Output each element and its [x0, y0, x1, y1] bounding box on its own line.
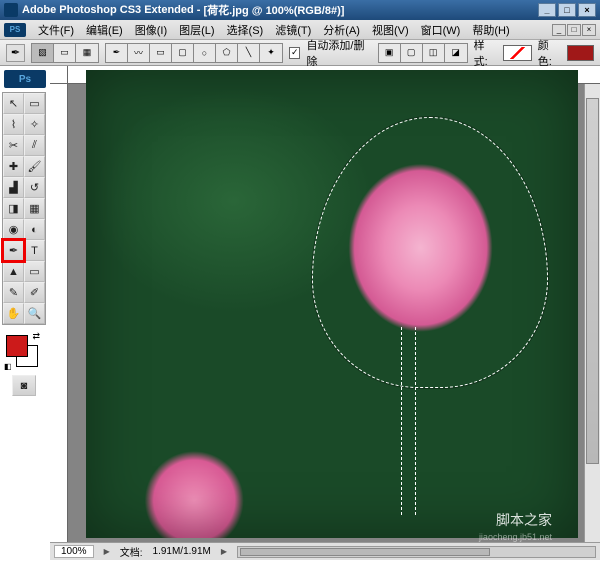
slice-tool[interactable]: ⫽ [24, 135, 45, 156]
gradient-tool[interactable]: ▦ [24, 198, 45, 219]
auto-add-delete-label: 自动添加/删除 [306, 37, 371, 69]
minimize-button[interactable]: _ [538, 3, 556, 17]
toolbox-badge-icon: Ps [4, 70, 46, 88]
dodge-tool[interactable]: ◐ [24, 219, 45, 240]
ruler-vertical[interactable] [50, 84, 68, 542]
polygon-preset[interactable]: ⬠ [216, 44, 238, 62]
path-add[interactable]: ▣ [379, 44, 401, 62]
ellipse-preset[interactable]: ○ [194, 44, 216, 62]
scrollbar-thumb[interactable] [586, 98, 599, 464]
current-tool-icon[interactable]: ✒ [6, 44, 25, 62]
default-colors-icon[interactable]: ◧ [4, 362, 12, 371]
paths-mode[interactable]: ▭ [54, 44, 76, 62]
scrollbar-thumb[interactable] [240, 548, 490, 556]
horizontal-scrollbar[interactable] [237, 546, 596, 558]
quick-mask-toggle[interactable]: ◙ [12, 375, 36, 396]
eyedropper-tool[interactable]: ✐ [24, 282, 45, 303]
doc-close-button[interactable]: × [582, 24, 596, 36]
watermark-sub: jiaocheng.jb51.net [479, 532, 552, 542]
marquee-tool[interactable]: ▭ [24, 93, 45, 114]
custom-shape-preset[interactable]: ✦ [260, 44, 282, 62]
brush-tool[interactable]: 🖌 [24, 156, 45, 177]
pen-mode-group: ▧ ▭ ▦ [31, 43, 99, 63]
menu-filter[interactable]: 滤镜(T) [269, 22, 317, 38]
ruler-corner [50, 66, 68, 84]
zoom-tool[interactable]: 🔍 [24, 303, 45, 324]
selection-marquee [312, 117, 548, 388]
menu-file[interactable]: 文件(F) [32, 22, 80, 38]
menu-view[interactable]: 视图(V) [366, 22, 415, 38]
magic-wand-tool[interactable]: ✧ [24, 114, 45, 135]
blur-tool[interactable]: ◉ [3, 219, 24, 240]
document-canvas[interactable]: 脚本之家 jiaocheng.jb51.net [86, 70, 578, 538]
maximize-button[interactable]: □ [558, 3, 576, 17]
watermark: 脚本之家 [496, 510, 552, 530]
status-menu-icon[interactable]: ▶ [221, 547, 227, 556]
ps-badge-icon: PS [4, 23, 26, 37]
vertical-scrollbar[interactable] [584, 84, 600, 542]
doc-title: [荷花.jpg @ 100%(RGB/8#)] [204, 2, 345, 18]
healing-brush-tool[interactable]: ✚ [3, 156, 24, 177]
style-swatch[interactable] [503, 45, 531, 61]
eraser-tool[interactable]: ◨ [3, 198, 24, 219]
rect-preset[interactable]: ▭ [150, 44, 172, 62]
zoom-level[interactable]: 100% [54, 545, 94, 558]
menu-edit[interactable]: 编辑(E) [80, 22, 129, 38]
menu-image[interactable]: 图像(I) [129, 22, 173, 38]
hand-tool[interactable]: ✋ [3, 303, 24, 324]
pen-tool[interactable]: ✒ [3, 240, 24, 261]
status-bar: 100% ▶ 文档: 1.91M/1.91M ▶ [50, 542, 600, 560]
app-title: Adobe Photoshop CS3 Extended [22, 4, 194, 16]
canvas-panel: 脚本之家 jiaocheng.jb51.net 100% ▶ 文档: 1.91M… [50, 66, 600, 560]
line-preset[interactable]: ╲ [238, 44, 260, 62]
path-selection-tool[interactable]: ▲ [3, 261, 24, 282]
clone-stamp-tool[interactable]: ▟ [3, 177, 24, 198]
workspace: Ps ↖▭⌇✧✂⫽✚🖌▟↺◨▦◉◐✒T▲▭✎✐✋🔍 ⇄ ◧ ◙ 脚本之家 jia… [0, 66, 600, 560]
pen-preset[interactable]: ✒ [106, 44, 128, 62]
toolbox: Ps ↖▭⌇✧✂⫽✚🖌▟↺◨▦◉◐✒T▲▭✎✐✋🔍 ⇄ ◧ ◙ [0, 66, 50, 560]
doc-size-label: 文档: [120, 544, 143, 559]
doc-maximize-button[interactable]: □ [567, 24, 581, 36]
foreground-color-swatch[interactable] [6, 335, 28, 357]
close-button[interactable]: × [578, 3, 596, 17]
style-label: 样式: [474, 37, 498, 69]
menu-select[interactable]: 选择(S) [221, 22, 270, 38]
path-ops-group: ▣ ▢ ◫ ◪ [378, 43, 468, 63]
swap-colors-icon[interactable]: ⇄ [32, 331, 40, 342]
shape-presets-group: ✒ 〰 ▭ ▢ ○ ⬠ ╲ ✦ [105, 43, 283, 63]
status-arrow-icon[interactable]: ▶ [104, 547, 110, 556]
selection-marquee-stem [401, 327, 416, 514]
lasso-tool[interactable]: ⌇ [3, 114, 24, 135]
menu-help[interactable]: 帮助(H) [466, 22, 515, 38]
menu-bar: PS 文件(F) 编辑(E) 图像(I) 图层(L) 选择(S) 滤镜(T) 分… [0, 20, 600, 40]
app-icon [4, 3, 18, 17]
fill-pixels-mode[interactable]: ▦ [76, 44, 98, 62]
notes-tool[interactable]: ✎ [3, 282, 24, 303]
type-tool[interactable]: T [24, 240, 45, 261]
color-label: 颜色: [538, 37, 562, 69]
shape-layers-mode[interactable]: ▧ [32, 44, 54, 62]
fill-color-swatch[interactable] [567, 45, 594, 61]
window-titlebar: Adobe Photoshop CS3 Extended - [荷花.jpg @… [0, 0, 600, 20]
doc-minimize-button[interactable]: _ [552, 24, 566, 36]
menu-window[interactable]: 窗口(W) [415, 22, 467, 38]
path-subtract[interactable]: ▢ [401, 44, 423, 62]
color-pickers: ⇄ ◧ [2, 331, 46, 371]
path-exclude[interactable]: ◪ [445, 44, 467, 62]
menu-analysis[interactable]: 分析(A) [317, 22, 366, 38]
path-intersect[interactable]: ◫ [423, 44, 445, 62]
auto-add-delete-checkbox[interactable]: ✓ [289, 47, 300, 59]
rounded-rect-preset[interactable]: ▢ [172, 44, 194, 62]
options-bar: ✒ ▧ ▭ ▦ ✒ 〰 ▭ ▢ ○ ⬠ ╲ ✦ ✓ 自动添加/删除 ▣ ▢ ◫ … [0, 40, 600, 66]
doc-size-value: 1.91M/1.91M [153, 546, 211, 557]
freeform-preset[interactable]: 〰 [128, 44, 150, 62]
menu-layer[interactable]: 图层(L) [173, 22, 220, 38]
history-brush-tool[interactable]: ↺ [24, 177, 45, 198]
crop-tool[interactable]: ✂ [3, 135, 24, 156]
shape-tool[interactable]: ▭ [24, 261, 45, 282]
move-tool[interactable]: ↖ [3, 93, 24, 114]
